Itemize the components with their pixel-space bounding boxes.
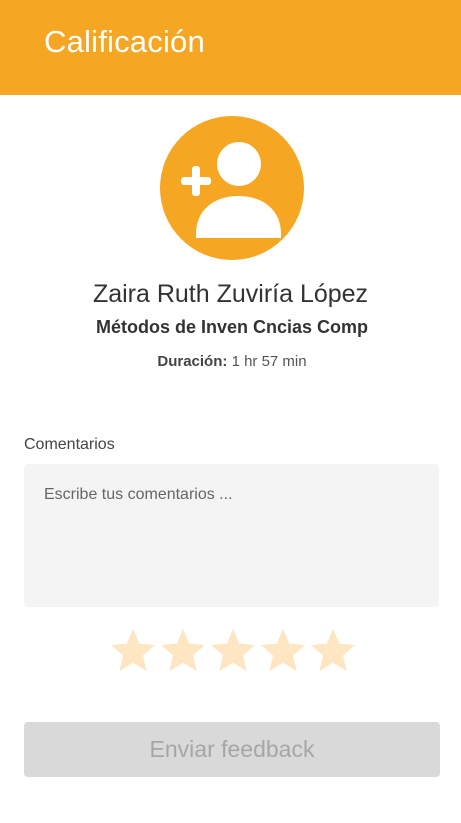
course-name: Métodos de Inven Cncias Comp [95, 317, 369, 337]
star-icon[interactable] [309, 627, 357, 675]
app-header: Calificación [0, 0, 461, 95]
comments-input[interactable] [24, 464, 439, 607]
star-icon[interactable] [109, 627, 157, 675]
duration-value: 1 hr 57 min [231, 353, 307, 370]
star-rating [109, 627, 359, 677]
star-icon[interactable] [209, 627, 257, 675]
star-icon[interactable] [159, 627, 207, 675]
duration-text: Duración: 1 hr 57 min [0, 353, 461, 370]
duration-label: Duración: [157, 353, 228, 370]
student-name: Zaira Ruth Zuviría López [92, 280, 369, 308]
add-user-icon [160, 116, 304, 260]
page-title: Calificación [44, 24, 205, 59]
comments-label: Comentarios [24, 436, 115, 453]
star-icon[interactable] [259, 627, 307, 675]
send-feedback-button[interactable]: Enviar feedback [24, 722, 440, 777]
